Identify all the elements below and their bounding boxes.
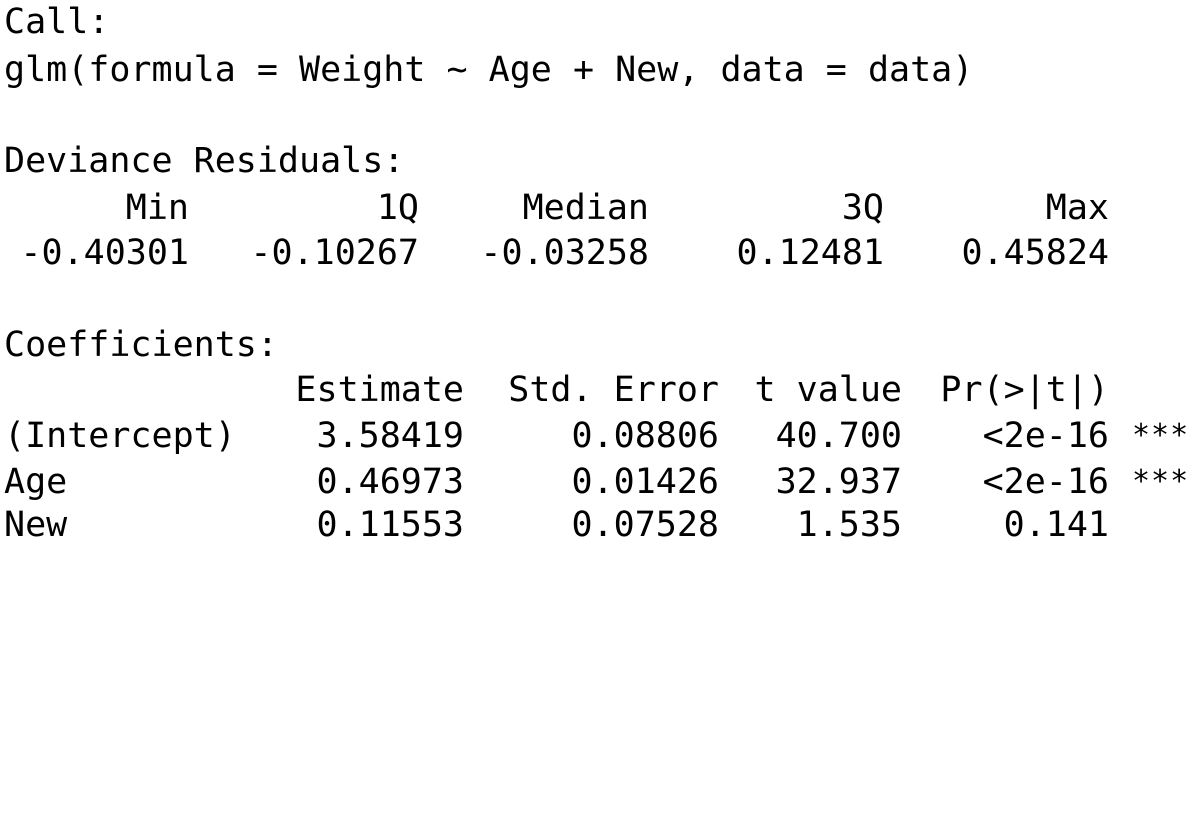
residual-label-1q: 1Q: [376, 188, 419, 228]
residual-label-max: Max: [1045, 188, 1109, 228]
coef-p-value: <2e-16: [982, 416, 1109, 456]
coefficients-header: Coefficients:: [4, 325, 278, 365]
residual-value-3q: 0.12481: [736, 233, 884, 273]
r-console-output: Call: glm(formula = Weight ~ Age + New, …: [4, 0, 1196, 545]
coef-std-error: 0.08806: [571, 416, 719, 456]
coef-estimate: 3.58419: [316, 416, 464, 456]
coef-t-value: 40.700: [775, 416, 902, 456]
coef-col-t-value: t value: [754, 370, 902, 410]
residual-label-3q: 3Q: [841, 188, 884, 228]
residual-label-median: Median: [522, 188, 649, 228]
coef-signif-stars: ***: [1132, 464, 1190, 499]
coef-p-value: 0.141: [1003, 505, 1109, 545]
coef-std-error: 0.07528: [571, 505, 719, 545]
coef-col-estimate: Estimate: [295, 370, 464, 410]
deviance-residuals-header: Deviance Residuals:: [4, 141, 405, 181]
residuals-value-row: -0.40301 -0.10267 -0.03258 0.12481 0.458…: [4, 233, 1114, 273]
call-formula: glm(formula = Weight ~ Age + New, data =…: [4, 50, 974, 90]
coef-t-value: 1.535: [796, 505, 902, 545]
coef-estimate: 0.46973: [316, 462, 464, 502]
coefficient-row: New 0.11553 0.07528 1.535 0.141: [4, 505, 1194, 545]
residual-value-max: 0.45824: [961, 233, 1109, 273]
coef-signif-stars: ***: [1132, 418, 1190, 453]
call-header: Call:: [4, 2, 110, 42]
residual-value-min: -0.40301: [20, 233, 189, 273]
residuals-label-row: Min 1Q Median 3Q Max: [4, 188, 1114, 228]
coef-std-error: 0.01426: [571, 462, 719, 502]
coefficient-row: Age 0.46973 0.01426 32.937 <2e-16 ***: [4, 462, 1194, 502]
residual-label-min: Min: [125, 188, 189, 228]
coef-term: (Intercept): [4, 416, 236, 456]
coef-estimate: 0.11553: [316, 505, 464, 545]
residual-value-1q: -0.10267: [250, 233, 419, 273]
coef-term: Age: [4, 462, 68, 502]
coefficient-row: (Intercept) 3.58419 0.08806 40.700 <2e-1…: [4, 416, 1194, 456]
coef-col-p-value: Pr(>|t|): [940, 370, 1109, 410]
coefficients-column-header-row: Estimate Std. Error t value Pr(>|t|): [4, 370, 1194, 410]
coef-p-value: <2e-16: [982, 462, 1109, 502]
residual-value-median: -0.03258: [480, 233, 649, 273]
coef-col-std-error: Std. Error: [508, 370, 719, 410]
coef-t-value: 32.937: [775, 462, 902, 502]
coef-term: New: [4, 505, 68, 545]
